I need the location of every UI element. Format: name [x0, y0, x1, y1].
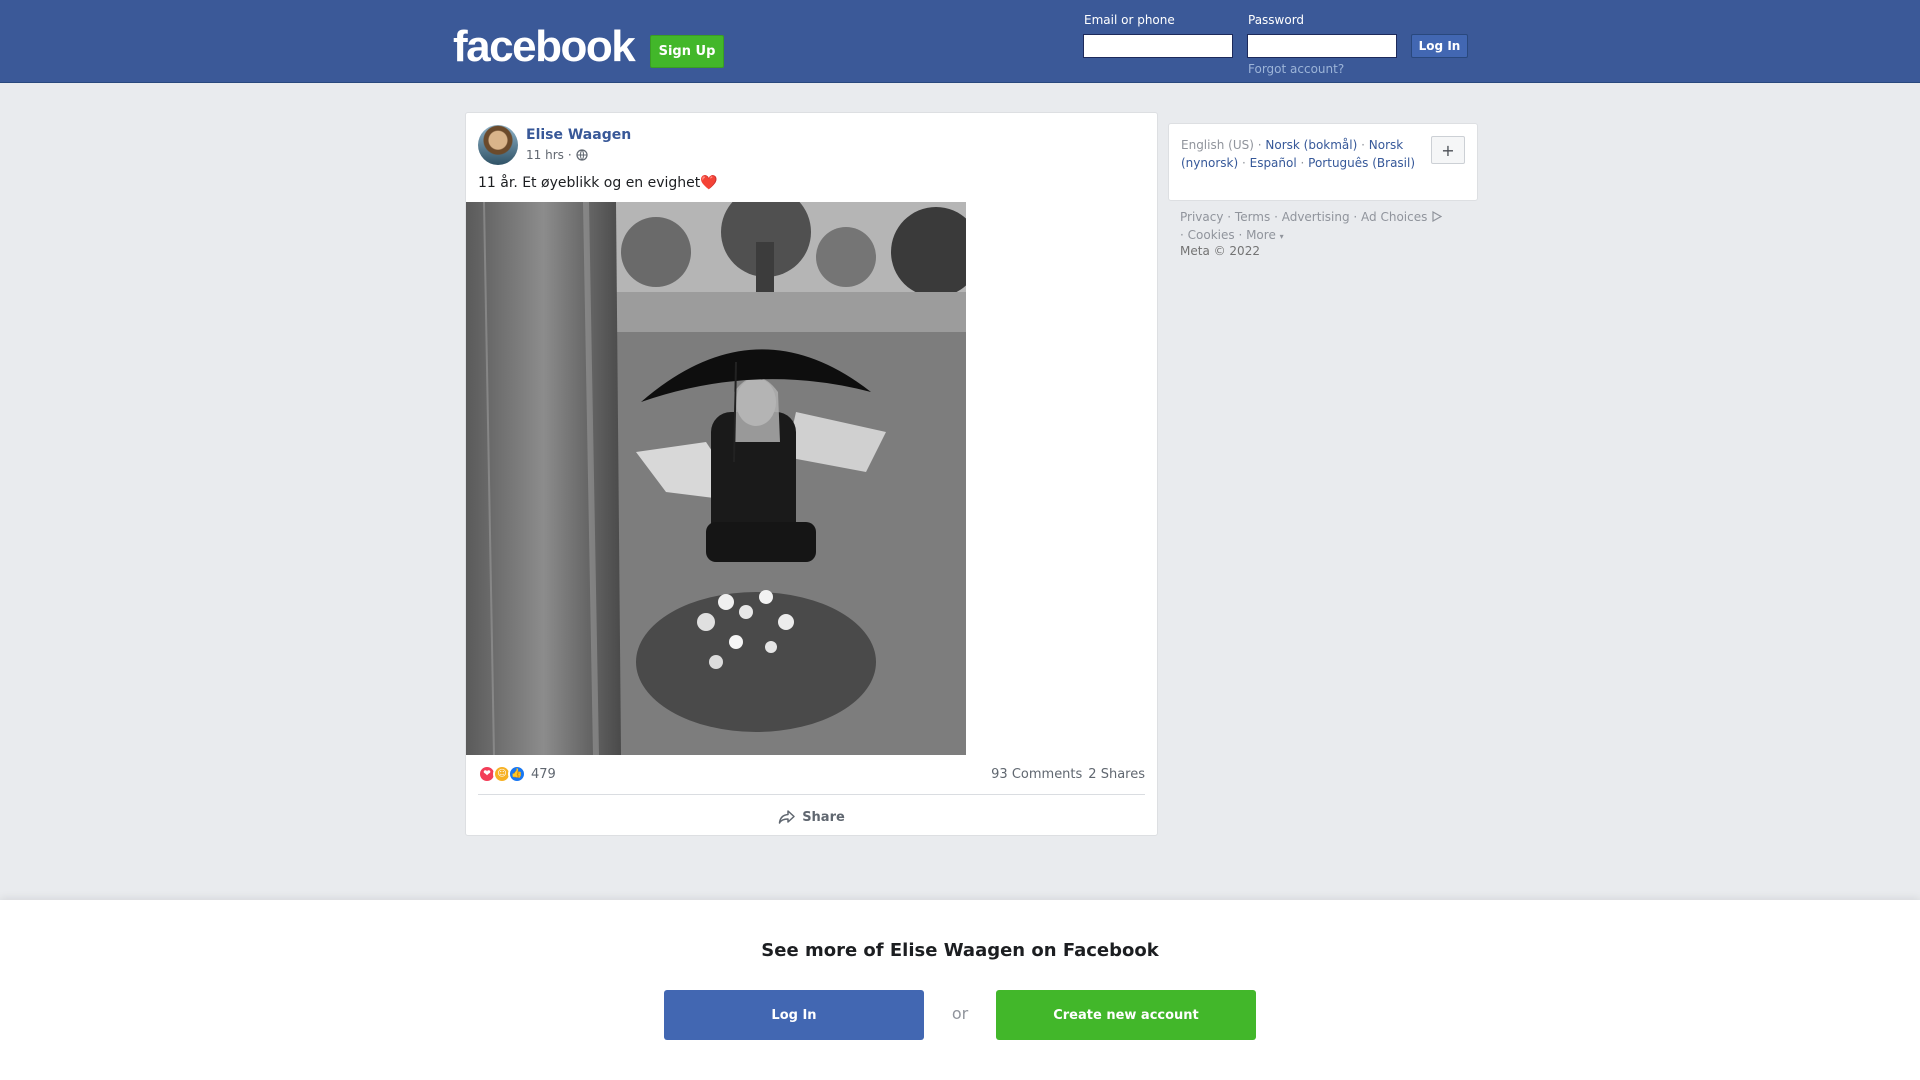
- banner-or-text: or: [951, 1004, 969, 1023]
- language-link-espanol[interactable]: Español: [1250, 156, 1297, 170]
- footer-link-ad-choices[interactable]: Ad Choices: [1361, 210, 1427, 224]
- footer-link-more[interactable]: More: [1246, 228, 1276, 242]
- meta-separator: ·: [567, 148, 572, 162]
- footer-links: Privacy · Terms · Advertising · Ad Choic…: [1180, 208, 1480, 246]
- photo-graveside-image: [466, 202, 966, 755]
- post-stats: 93 Comments 2 Shares: [991, 767, 1145, 782]
- divider: [478, 794, 1145, 795]
- share-icon: [778, 810, 795, 824]
- like-reaction-icon: 👍: [508, 765, 526, 783]
- post-photo[interactable]: [466, 202, 966, 755]
- create-account-button[interactable]: Create new account: [996, 990, 1256, 1040]
- shares-count[interactable]: 2 Shares: [1088, 767, 1145, 782]
- copyright: Meta © 2022: [1180, 244, 1260, 258]
- email-label: Email or phone: [1084, 13, 1175, 27]
- login-banner: [0, 900, 1920, 1080]
- footer-link-terms[interactable]: Terms: [1235, 210, 1270, 224]
- post-meta: 11 hrs ·: [526, 148, 588, 162]
- language-current: English (US): [1181, 138, 1254, 152]
- password-field[interactable]: [1247, 34, 1397, 58]
- login-button[interactable]: Log In: [1411, 34, 1468, 58]
- facebook-logo[interactable]: facebook: [453, 22, 636, 72]
- signup-button[interactable]: Sign Up: [650, 35, 724, 68]
- banner-title: See more of Elise Waagen on Facebook: [761, 940, 1159, 961]
- post-author[interactable]: Elise Waagen: [526, 127, 631, 143]
- post-card: Elise Waagen 11 hrs · 11 år. Et øyeblikk…: [465, 112, 1158, 836]
- ad-choices-icon: [1432, 210, 1443, 223]
- reaction-count: 479: [531, 766, 556, 782]
- share-button[interactable]: Share: [466, 803, 1157, 831]
- top-bar: facebook Sign Up Email or phone Password…: [0, 0, 1920, 83]
- more-languages-button[interactable]: +: [1431, 136, 1465, 164]
- avatar[interactable]: [478, 125, 518, 165]
- banner-login-button[interactable]: Log In: [664, 990, 924, 1040]
- footer-link-cookies[interactable]: Cookies: [1188, 228, 1235, 242]
- globe-icon: [576, 149, 588, 161]
- password-label: Password: [1248, 13, 1305, 27]
- post-text: 11 år. Et øyeblikk og en evighet❤️: [478, 175, 718, 191]
- language-list: English (US) · Norsk (bokmål) · Norsk (n…: [1181, 138, 1416, 170]
- forgot-account-link[interactable]: Forgot account?: [1248, 62, 1344, 76]
- post-time[interactable]: 11 hrs: [526, 148, 564, 162]
- language-link-portugues[interactable]: Português (Brasil): [1308, 156, 1415, 170]
- reactions-summary[interactable]: ❤ ☺ 👍 479: [478, 765, 556, 783]
- footer-link-advertising[interactable]: Advertising: [1282, 210, 1350, 224]
- email-field[interactable]: [1083, 34, 1233, 58]
- language-link-norsk-bokmal[interactable]: Norsk (bokmål): [1265, 138, 1357, 152]
- language-card: English (US) · Norsk (bokmål) · Norsk (n…: [1168, 123, 1478, 201]
- footer-link-privacy[interactable]: Privacy: [1180, 210, 1223, 224]
- comments-count[interactable]: 93 Comments: [991, 767, 1082, 782]
- share-label: Share: [802, 809, 845, 825]
- caret-down-icon: ▾: [1279, 232, 1284, 241]
